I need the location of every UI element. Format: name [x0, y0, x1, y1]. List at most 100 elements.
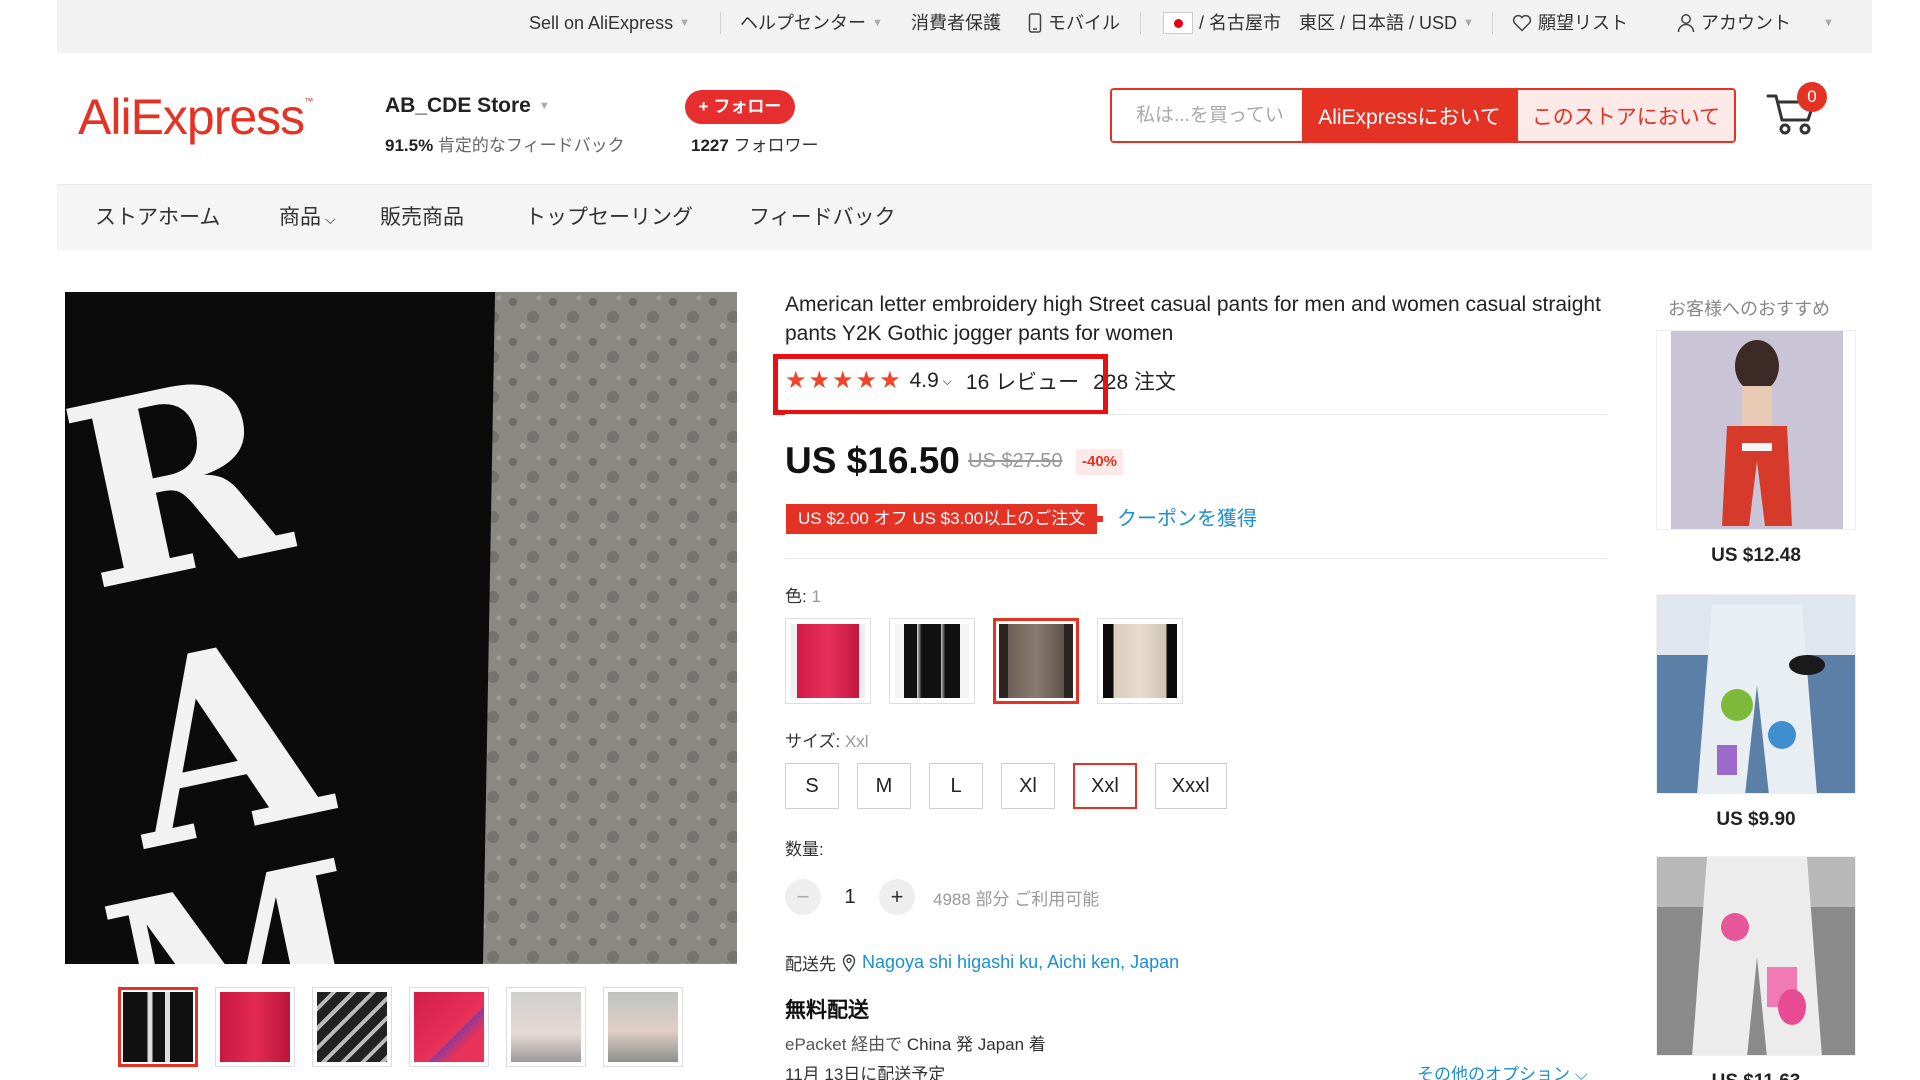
store-feedback: 91.5% 肯定的なフィードバック: [385, 131, 625, 156]
help-center-link[interactable]: ヘルプセンター ▼: [740, 0, 883, 46]
size-option-s[interactable]: S: [785, 763, 839, 809]
nav-top-selling[interactable]: トップセーリング: [525, 185, 693, 251]
nav-feedback[interactable]: フィードバック: [749, 185, 896, 251]
size-label-text: サイズ:: [785, 732, 841, 751]
followers-count: 1227: [691, 136, 729, 155]
discount-badge: -40%: [1076, 449, 1124, 475]
divider: [785, 414, 1607, 415]
feedback-label: 肯定的なフィードバック: [437, 136, 625, 155]
size-label: サイズ: Xxl: [785, 727, 869, 752]
wishlist-label: 願望リスト: [1538, 13, 1628, 33]
location-pin-icon: [842, 953, 856, 972]
thumbnail[interactable]: [506, 987, 586, 1067]
swatch-image: [895, 624, 969, 698]
swatch-image: [1103, 624, 1177, 698]
search-aliexpress-button[interactable]: AliExpressにおいて: [1302, 90, 1517, 141]
product-photo: R A M: [65, 292, 737, 964]
mobile-icon: [1028, 13, 1042, 33]
divider: [1140, 12, 1141, 34]
thumbnail-image: [608, 992, 678, 1062]
delivery-estimate: 11月 13日に配送予定: [785, 1065, 946, 1080]
quantity-stepper: − 1 + 4988 部分 ご利用可能: [785, 879, 1099, 915]
caret-down-icon: ▼: [1823, 17, 1834, 29]
ship-to-language-currency[interactable]: / 名古屋市 東区 / 日本語 / USD ▼: [1163, 0, 1474, 46]
product-title: American letter embroidery high Street c…: [785, 293, 1601, 345]
size-selected: Xxl: [844, 732, 869, 751]
account-label: アカウント: [1701, 13, 1791, 33]
size-options: S M L Xl Xxl Xxxl: [785, 763, 1227, 809]
feedback-percent: 91.5%: [385, 136, 434, 155]
follow-button[interactable]: + フォロー: [685, 90, 795, 124]
size-option-xxxl[interactable]: Xxxl: [1154, 763, 1227, 809]
thumbnail[interactable]: [215, 987, 295, 1067]
size-option-l[interactable]: L: [929, 763, 983, 809]
store-name-label: AB_CDE Store: [385, 94, 531, 117]
nav-products[interactable]: 商品 ⌵: [279, 185, 336, 251]
store-name[interactable]: AB_CDE Store ▼: [385, 94, 550, 118]
size-option-xxl[interactable]: Xxl: [1073, 763, 1137, 809]
thumbnail[interactable]: [118, 987, 198, 1067]
sell-on-aliexpress-link[interactable]: Sell on AliExpress ▼: [529, 0, 690, 46]
thumbnail-image: [414, 992, 484, 1062]
thumbnail[interactable]: [409, 987, 489, 1067]
quantity-decrease-button[interactable]: −: [785, 879, 821, 915]
logo-text: AliExpress: [78, 89, 305, 145]
divider: [1492, 12, 1493, 34]
recommended-product[interactable]: US $11.63: [1656, 856, 1856, 1080]
get-coupon-link[interactable]: クーポンを獲得: [1117, 504, 1257, 534]
quantity-value[interactable]: 1: [821, 886, 879, 909]
cart-count-badge: 0: [1797, 82, 1827, 112]
coupon-badge: US $2.00 オフ US $3.00以上のご注文: [786, 504, 1104, 534]
search-input[interactable]: [1112, 90, 1302, 141]
product-photo: [1657, 331, 1855, 529]
followers-label: フォロワー: [733, 136, 819, 155]
divider: [720, 12, 721, 34]
followers: 1227 フォロワー: [691, 131, 819, 156]
store-nav: ストアホーム 商品 ⌵ 販売商品 トップセーリング フィードバック: [57, 184, 1872, 250]
product-photo: [1657, 857, 1855, 1055]
color-swatch[interactable]: [785, 618, 871, 704]
mobile-link[interactable]: モバイル: [1028, 0, 1120, 46]
sell-label: Sell on AliExpress: [529, 13, 674, 33]
recommended-product[interactable]: US $9.90: [1656, 594, 1856, 831]
recommended-product-image: [1656, 856, 1856, 1056]
account-menu-toggle[interactable]: ▼: [1823, 0, 1834, 46]
shipping-address-link[interactable]: Nagoya shi higashi ku, Aichi ken, Japan: [862, 952, 1179, 973]
quantity-increase-button[interactable]: +: [879, 879, 915, 915]
help-label: ヘルプセンター: [740, 13, 866, 33]
recommended-product-image: [1656, 594, 1856, 794]
search-store-button[interactable]: このストアにおいて: [1517, 90, 1734, 141]
color-swatch-selected[interactable]: [993, 618, 1079, 704]
more-shipping-options-link[interactable]: その他のオプション ⌵: [1417, 1060, 1588, 1080]
size-option-xl[interactable]: Xl: [1001, 763, 1055, 809]
divider: [785, 558, 1607, 559]
recommended-product-image: [1656, 330, 1856, 530]
wishlist-link[interactable]: 願望リスト: [1512, 0, 1628, 46]
top-bar: Sell on AliExpress ▼ ヘルプセンター ▼ 消費者保護 モバイ…: [57, 0, 1872, 53]
size-option-m[interactable]: M: [857, 763, 911, 809]
recommended-product-price: US $12.48: [1711, 545, 1801, 566]
main-product-image[interactable]: R A M: [65, 292, 737, 964]
account-link[interactable]: アカウント: [1677, 0, 1791, 46]
thumbnail[interactable]: [603, 987, 683, 1067]
chevron-down-icon: ⌵: [325, 211, 336, 227]
recommended-product[interactable]: US $12.48: [1656, 330, 1856, 567]
nav-store-home[interactable]: ストアホーム: [95, 185, 220, 251]
ship-to: 配送先 Nagoya shi higashi ku, Aichi ken, Ja…: [785, 950, 1179, 975]
thumbnail[interactable]: [312, 987, 392, 1067]
aliexpress-logo[interactable]: AliExpress™: [78, 88, 313, 146]
caret-down-icon: ▼: [679, 17, 690, 29]
nav-sale-items[interactable]: 販売商品: [380, 185, 464, 251]
protection-label: 消費者保護: [911, 13, 1001, 33]
caret-down-icon: ▼: [872, 17, 883, 29]
thumbnail-image: [317, 992, 387, 1062]
current-price: US $16.50: [785, 440, 960, 481]
shipping-method: ePacket 経由で China 発 Japan 着: [785, 1030, 1046, 1055]
color-swatch[interactable]: [1097, 618, 1183, 704]
swatch-image: [999, 624, 1073, 698]
recommended-product-price: US $11.63: [1656, 1071, 1856, 1080]
quantity-label: 数量:: [785, 840, 824, 859]
user-icon: [1677, 14, 1695, 33]
color-swatch[interactable]: [889, 618, 975, 704]
buyer-protection-link[interactable]: 消費者保護: [911, 0, 1001, 46]
